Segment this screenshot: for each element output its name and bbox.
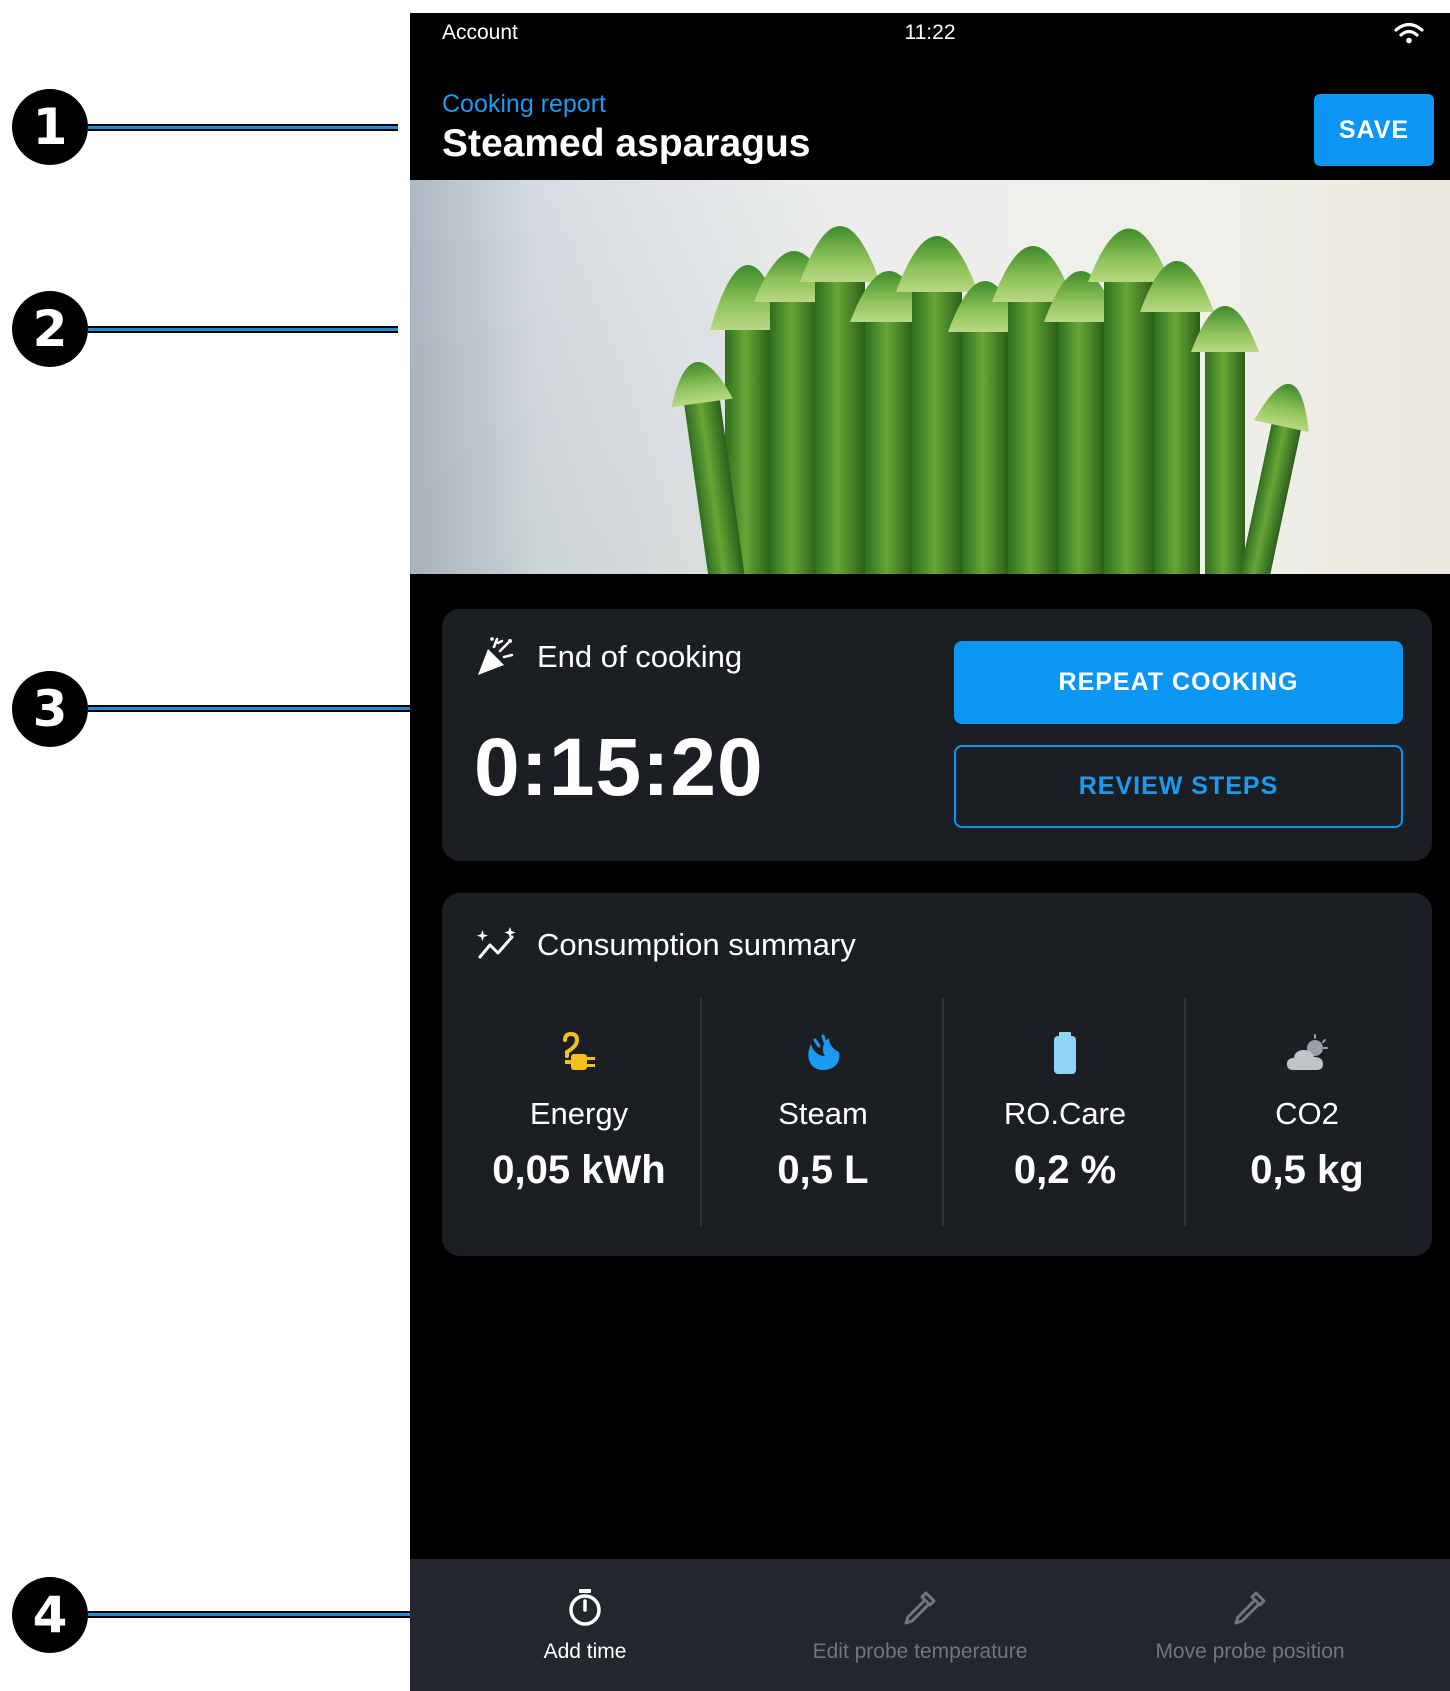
consumption-metrics: Energy 0,05 kWh Steam 0,5 L RO.Care 0,2 … xyxy=(442,998,1432,1226)
metric-divider xyxy=(1184,998,1186,1226)
page-header: Cooking report Steamed asparagus SAVE xyxy=(410,57,1450,179)
callout-2: 2 xyxy=(12,291,88,367)
sparkle-chart-icon xyxy=(476,927,516,959)
metric-energy-value: 0,05 kWh xyxy=(492,1148,666,1192)
cloud-icon xyxy=(1287,1034,1328,1070)
metric-ro-care-label: RO.Care xyxy=(1003,1096,1127,1131)
metric-ro-care-value: 0,2 % xyxy=(1013,1148,1117,1192)
status-bar: Account 11:22 xyxy=(410,13,1450,57)
end-of-cooking-title: End of cooking xyxy=(537,639,743,674)
steam-icon xyxy=(808,1034,840,1070)
metric-steam-label: Steam xyxy=(778,1096,868,1131)
metric-energy-label: Energy xyxy=(529,1096,629,1131)
callout-3-leader xyxy=(88,705,456,712)
metric-steam: Steam 0,5 L xyxy=(704,998,942,1226)
save-button[interactable]: SAVE xyxy=(1314,94,1434,166)
asparagus-photo xyxy=(410,180,1450,574)
party-popper-icon xyxy=(478,637,514,675)
move-probe-position-button[interactable]: Move probe position xyxy=(1090,1559,1410,1691)
timer-icon xyxy=(569,1589,601,1626)
probe-icon xyxy=(904,1591,936,1625)
metric-co2-value: 0,5 kg xyxy=(1250,1148,1364,1192)
edit-probe-temperature-label: Edit probe temperature xyxy=(812,1640,1028,1663)
status-time: 11:22 xyxy=(904,21,956,44)
device-screen: Account 11:22 Cooking report Steamed asp… xyxy=(410,13,1450,1691)
add-time-label: Add time xyxy=(543,1640,627,1663)
add-time-button[interactable]: Add time xyxy=(440,1559,730,1691)
metric-co2: CO2 0,5 kg xyxy=(1188,998,1426,1226)
callout-1-leader xyxy=(88,124,398,131)
page-title: Steamed asparagus xyxy=(442,122,811,165)
wifi-icon xyxy=(1394,22,1424,44)
metric-energy: Energy 0,05 kWh xyxy=(460,998,698,1226)
consumption-summary-card: Consumption summary Energy 0,05 kWh Stea… xyxy=(442,893,1432,1256)
metric-ro-care: RO.Care 0,2 % xyxy=(946,998,1184,1226)
move-probe-position-label: Move probe position xyxy=(1155,1640,1345,1663)
probe-icon xyxy=(1234,1591,1266,1625)
review-steps-button[interactable]: REVIEW STEPS xyxy=(954,745,1403,828)
battery-icon xyxy=(1054,1032,1076,1074)
energy-plug-icon xyxy=(563,1031,595,1070)
bottom-action-bar: Add time Edit probe temperature Move pro… xyxy=(410,1559,1450,1691)
edit-probe-temperature-button[interactable]: Edit probe temperature xyxy=(760,1559,1080,1691)
metric-divider xyxy=(700,998,702,1226)
callout-1: 1 xyxy=(12,89,88,165)
end-of-cooking-card: End of cooking 0:15:20 REPEAT COOKING RE… xyxy=(442,609,1432,861)
metric-divider xyxy=(942,998,944,1226)
page-subtitle: Cooking report xyxy=(442,90,606,118)
cooking-time: 0:15:20 xyxy=(474,722,764,813)
metric-co2-label: CO2 xyxy=(1275,1096,1339,1131)
repeat-cooking-button[interactable]: REPEAT COOKING xyxy=(954,641,1403,724)
metric-steam-value: 0,5 L xyxy=(777,1148,869,1192)
callout-3: 3 xyxy=(12,671,88,747)
callout-2-leader xyxy=(88,326,398,333)
consumption-title: Consumption summary xyxy=(537,927,856,962)
asparagus-illustration xyxy=(410,180,1309,574)
callout-4: 4 xyxy=(12,1577,88,1653)
